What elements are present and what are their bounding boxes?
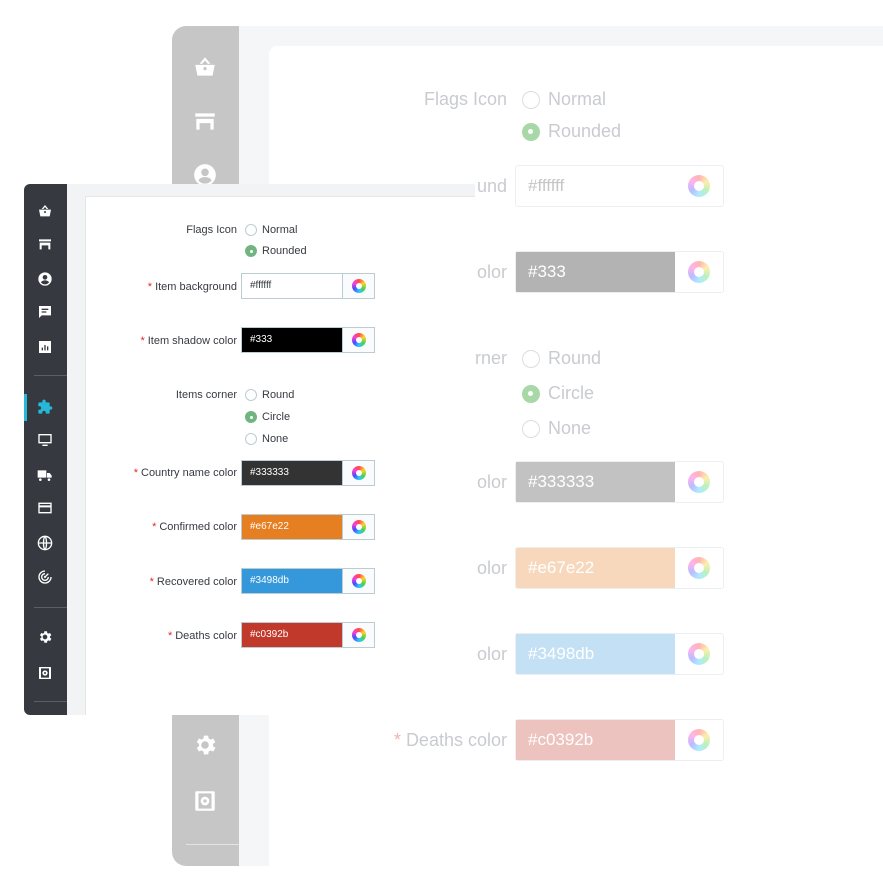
stats-icon[interactable]	[37, 339, 53, 355]
deaths-color-field[interactable]: #c0392b	[241, 622, 375, 648]
bg-country-field: #333333	[515, 461, 724, 503]
recovered-color-picker[interactable]	[342, 569, 374, 593]
flags-icon-label: Flags Icon	[186, 224, 237, 236]
color-wheel-icon	[351, 466, 366, 480]
advanced-settings-icon	[192, 788, 218, 814]
puzzle-icon[interactable]	[37, 399, 53, 415]
country-name-color-label: * Country name color	[133, 467, 237, 479]
confirmed-color-picker[interactable]	[342, 515, 374, 539]
item-shadow-color-label: * Item shadow color	[140, 335, 237, 347]
color-wheel-icon	[351, 333, 366, 347]
radar-icon[interactable]	[37, 569, 53, 585]
shopping-basket-icon	[192, 54, 218, 80]
item-background-color-picker[interactable]	[342, 274, 374, 298]
recovered-color-input[interactable]: #3498db	[242, 569, 342, 593]
bg-confirmed-field: #e67e22	[515, 547, 724, 589]
credit-card-icon[interactable]	[37, 500, 53, 516]
item-background-field[interactable]: #ffffff	[241, 273, 375, 299]
bg-deaths-field: #c0392b	[515, 719, 724, 761]
item-background-label: * Item background	[147, 281, 237, 293]
desktop-icon[interactable]	[37, 432, 53, 448]
item-shadow-color-input[interactable]: #333	[242, 328, 342, 352]
item-shadow-color-field[interactable]: #333	[241, 327, 375, 353]
confirmed-color-input[interactable]: #e67e22	[242, 515, 342, 539]
flags-icon-normal-radio[interactable]: Normal	[245, 224, 297, 236]
recovered-color-label: * Recovered color	[149, 576, 237, 588]
advanced-settings-icon[interactable]	[37, 665, 53, 681]
recovered-color-field[interactable]: #3498db	[241, 568, 375, 594]
items-corner-none-radio[interactable]: None	[245, 433, 288, 445]
color-wheel-icon	[351, 520, 366, 534]
sidebar	[24, 184, 67, 715]
confirmed-color-label: * Confirmed color	[152, 521, 237, 533]
deaths-color-picker[interactable]	[342, 623, 374, 647]
message-icon[interactable]	[37, 304, 53, 320]
deaths-color-label: * Deaths color	[167, 630, 237, 642]
country-name-color-picker[interactable]	[342, 461, 374, 485]
shopping-basket-icon[interactable]	[37, 203, 53, 219]
country-name-color-field[interactable]: #333333	[241, 460, 375, 486]
bg-item-background-label: und	[476, 176, 507, 196]
bg-deaths-label: * Deaths color	[393, 730, 507, 750]
country-name-color-input[interactable]: #333333	[242, 461, 342, 485]
settings-icon	[192, 732, 218, 758]
store-icon[interactable]	[37, 236, 53, 252]
color-wheel-icon	[351, 279, 366, 293]
bg-shadow-field: #333	[515, 251, 724, 293]
truck-icon[interactable]	[37, 467, 53, 483]
confirmed-color-field[interactable]: #e67e22	[241, 514, 375, 540]
bg-corner-round: Round	[522, 348, 601, 369]
items-corner-circle-radio[interactable]: Circle	[245, 411, 290, 423]
bg-corner-label: rner	[474, 348, 507, 368]
bg-flags-rounded: Rounded	[522, 121, 621, 142]
items-corner-round-radio[interactable]: Round	[245, 389, 294, 401]
bg-corner-circle: Circle	[522, 383, 594, 404]
bg-confirmed-label: olor	[476, 558, 507, 578]
active-indicator	[24, 394, 27, 421]
bg-flags-label: Flags Icon	[423, 89, 507, 109]
bg-item-background-field: #ffffff	[515, 165, 724, 207]
bg-recovered-field: #3498db	[515, 633, 724, 675]
color-wheel-icon	[351, 628, 366, 642]
user-circle-icon[interactable]	[37, 271, 53, 287]
bg-recovered-label: olor	[476, 644, 507, 664]
bg-shadow-label: olor	[476, 262, 507, 282]
bg-country-label: olor	[476, 472, 507, 492]
bg-flags-normal: Normal	[522, 89, 606, 110]
item-background-input[interactable]: #ffffff	[242, 274, 342, 298]
bg-corner-none: None	[522, 418, 591, 439]
deaths-color-input[interactable]: #c0392b	[242, 623, 342, 647]
flags-icon-rounded-radio[interactable]: Rounded	[245, 245, 307, 257]
store-icon	[192, 108, 218, 134]
color-wheel-icon	[351, 574, 366, 588]
settings-icon[interactable]	[37, 629, 53, 645]
globe-icon[interactable]	[37, 535, 53, 551]
items-corner-label: Items corner	[175, 389, 237, 401]
item-shadow-color-picker[interactable]	[342, 328, 374, 352]
